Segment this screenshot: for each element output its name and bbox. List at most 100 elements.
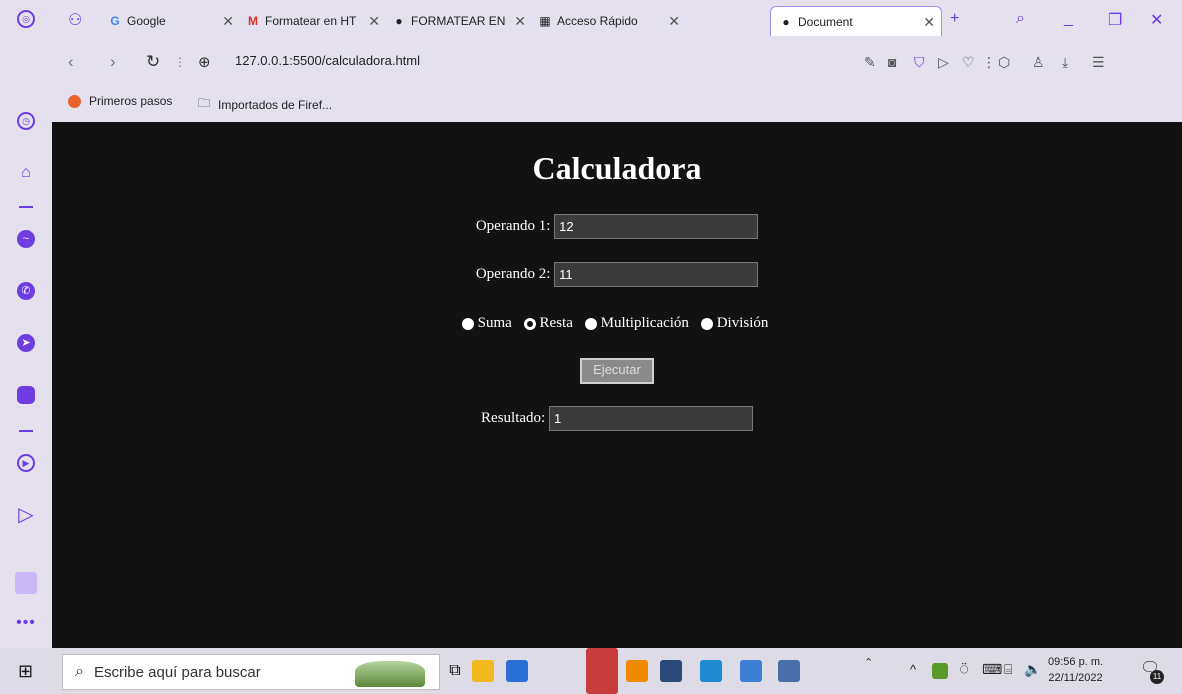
globe-icon: ● xyxy=(395,14,403,28)
resultado-output[interactable]: 1 xyxy=(548,406,753,431)
tab-google[interactable]: G Google ✕ xyxy=(108,8,240,34)
speed-dial-icon[interactable]: ◷ xyxy=(0,112,52,130)
bookmark-importados[interactable]: 🗀 Importados de Firef... xyxy=(198,94,332,115)
shopping-icon[interactable]: ⌂ xyxy=(0,164,52,182)
browser-logo-icon[interactable]: ◎ xyxy=(0,10,52,28)
reload-icon[interactable]: ↻ xyxy=(146,52,160,72)
folder-icon: 🗀 xyxy=(198,96,211,110)
account-icon[interactable]: ♙ xyxy=(1032,54,1045,71)
notification-count-badge: 11 xyxy=(1150,670,1164,684)
bookmark-label: Importados de Firef... xyxy=(218,97,333,112)
page-title: Calculadora xyxy=(532,150,702,186)
back-icon[interactable]: ‹ xyxy=(68,52,74,72)
tab-title: Formatear en HT xyxy=(265,14,357,28)
tab-bar: ⚇ G Google ✕ M Formatear en HT ✕ ● FORMA… xyxy=(52,0,1182,42)
clock[interactable]: 09:56 p. m. 22/11/2022 xyxy=(1048,654,1103,686)
tab-title: Document xyxy=(798,14,853,29)
close-window-icon[interactable]: ✕ xyxy=(1150,10,1163,30)
tray-app-icon[interactable] xyxy=(932,663,948,679)
close-icon[interactable]: ✕ xyxy=(668,13,680,30)
close-icon[interactable]: ✕ xyxy=(222,13,234,30)
radio-label: Multiplicación xyxy=(600,315,689,332)
tab-title: Acceso Rápido xyxy=(557,14,638,28)
tab-title: Google xyxy=(127,14,166,28)
edit-icon[interactable]: ✎ xyxy=(864,54,876,71)
radio-resta[interactable] xyxy=(523,317,536,330)
send-icon[interactable]: ▷ xyxy=(938,54,949,71)
telegram-icon[interactable]: ➤ xyxy=(0,334,52,352)
opera-icon[interactable] xyxy=(586,648,618,694)
download-icon[interactable]: ⤓ xyxy=(1062,54,1068,71)
flow-icon[interactable]: ▷ xyxy=(0,502,52,527)
tab-document[interactable]: ● Document ✕ xyxy=(770,6,942,36)
search-placeholder: Escribe aquí para buscar xyxy=(93,663,261,681)
url-field[interactable]: 127.0.0.1:5500/calculadora.html xyxy=(235,53,420,68)
app-icon[interactable] xyxy=(778,660,800,682)
file-explorer-icon[interactable] xyxy=(472,660,494,682)
radio-label: División xyxy=(716,315,769,332)
tab-formatear-html[interactable]: M Formatear en HT ✕ xyxy=(246,8,386,34)
settings-icon[interactable]: ☰ xyxy=(1092,54,1105,71)
sidebar-divider xyxy=(19,430,33,432)
google-icon: G xyxy=(110,14,120,28)
operando1-row: Operando 1: 12 xyxy=(52,214,1182,239)
execute-button[interactable]: Ejecutar xyxy=(580,358,654,384)
windows-start-icon[interactable]: ⊞ xyxy=(18,661,33,682)
radio-multiplicacion[interactable] xyxy=(584,317,597,330)
more-icon[interactable]: ••• xyxy=(0,614,52,632)
radio-label: Resta xyxy=(539,315,573,332)
operando2-input[interactable]: 11 xyxy=(554,262,759,287)
browser-sidebar: ◎ ◷ ⌂ ~ ✆ ➤ ▶ ▷ ••• xyxy=(0,0,52,648)
player-icon[interactable]: ▶ xyxy=(0,454,52,472)
search-icon[interactable]: ⌕ xyxy=(1016,10,1025,28)
sidebar-divider xyxy=(19,206,33,208)
restore-icon[interactable]: ❐ xyxy=(1108,10,1122,30)
radio-division[interactable] xyxy=(700,317,713,330)
vscode-icon[interactable] xyxy=(700,660,722,682)
tab-manager-icon[interactable]: ⚇ xyxy=(68,10,82,30)
grid-icon: ▦ xyxy=(539,14,551,28)
close-icon[interactable]: ✕ xyxy=(368,13,380,30)
virtualbox-icon[interactable] xyxy=(660,660,682,682)
language-icon[interactable]: ⌨ xyxy=(982,661,1002,678)
vpn-shield-icon[interactable]: ⛉ xyxy=(914,54,925,71)
tab-acceso-rapido[interactable]: ▦ Acceso Rápido ✕ xyxy=(538,8,686,34)
vlc-icon[interactable] xyxy=(626,660,648,682)
tab-formatear-en[interactable]: ● FORMATEAR EN ✕ xyxy=(392,8,532,34)
whatsapp-icon[interactable]: ✆ xyxy=(0,282,52,300)
bookmarks-bar: Primeros pasos 🗀 Importados de Firef... xyxy=(52,82,1182,122)
resultado-label: Resultado: xyxy=(481,410,546,426)
forward-icon[interactable]: › xyxy=(110,52,116,72)
heart-icon[interactable]: ♡ xyxy=(962,54,975,71)
show-hidden-icons[interactable]: ^ xyxy=(910,662,916,677)
taskbar-search[interactable]: ⌕ Escribe aquí para buscar xyxy=(62,654,440,690)
3d-viewer-icon[interactable] xyxy=(740,660,762,682)
volume-icon[interactable]: 🔈 xyxy=(1024,661,1041,678)
extension-icon[interactable] xyxy=(0,572,52,594)
volcano-image-icon xyxy=(355,661,425,687)
gmail-icon: M xyxy=(248,14,258,28)
camera-icon[interactable]: ◙ xyxy=(888,54,896,70)
store-icon[interactable] xyxy=(506,660,528,682)
address-bar: ‹ › ↻ ⋮ ⊕ 127.0.0.1:5500/calculadora.htm… xyxy=(52,42,1182,82)
instagram-icon[interactable] xyxy=(0,386,52,404)
new-tab-icon[interactable]: + xyxy=(950,10,959,28)
page-content: Calculadora Operando 1: 12 Operando 2: 1… xyxy=(52,122,1182,648)
operando1-input[interactable]: 12 xyxy=(554,214,759,239)
close-icon[interactable]: ✕ xyxy=(514,13,526,30)
bookmark-primeros-pasos[interactable]: Primeros pasos xyxy=(68,94,172,108)
onedrive-icon[interactable]: ⍥ xyxy=(960,661,968,678)
radio-suma[interactable] xyxy=(461,317,474,330)
minimize-icon[interactable]: _ xyxy=(1064,10,1073,28)
resultado-row: Resultado: 1 xyxy=(52,406,1182,431)
scroll-up-icon[interactable]: ⌃ xyxy=(864,656,873,669)
messenger-icon[interactable]: ~ xyxy=(0,230,52,248)
box-icon[interactable]: ⬡ xyxy=(998,54,1010,71)
operando2-label: Operando 2: xyxy=(475,266,551,282)
network-icon[interactable]: ⌸ xyxy=(1004,661,1012,678)
close-icon[interactable]: ✕ xyxy=(923,14,935,31)
task-view-icon[interactable]: ⧉ xyxy=(444,660,466,682)
operando2-row: Operando 2: 11 xyxy=(52,262,1182,287)
site-info-icon[interactable]: ⊕ xyxy=(198,53,211,71)
radio-label: Suma xyxy=(477,315,512,332)
